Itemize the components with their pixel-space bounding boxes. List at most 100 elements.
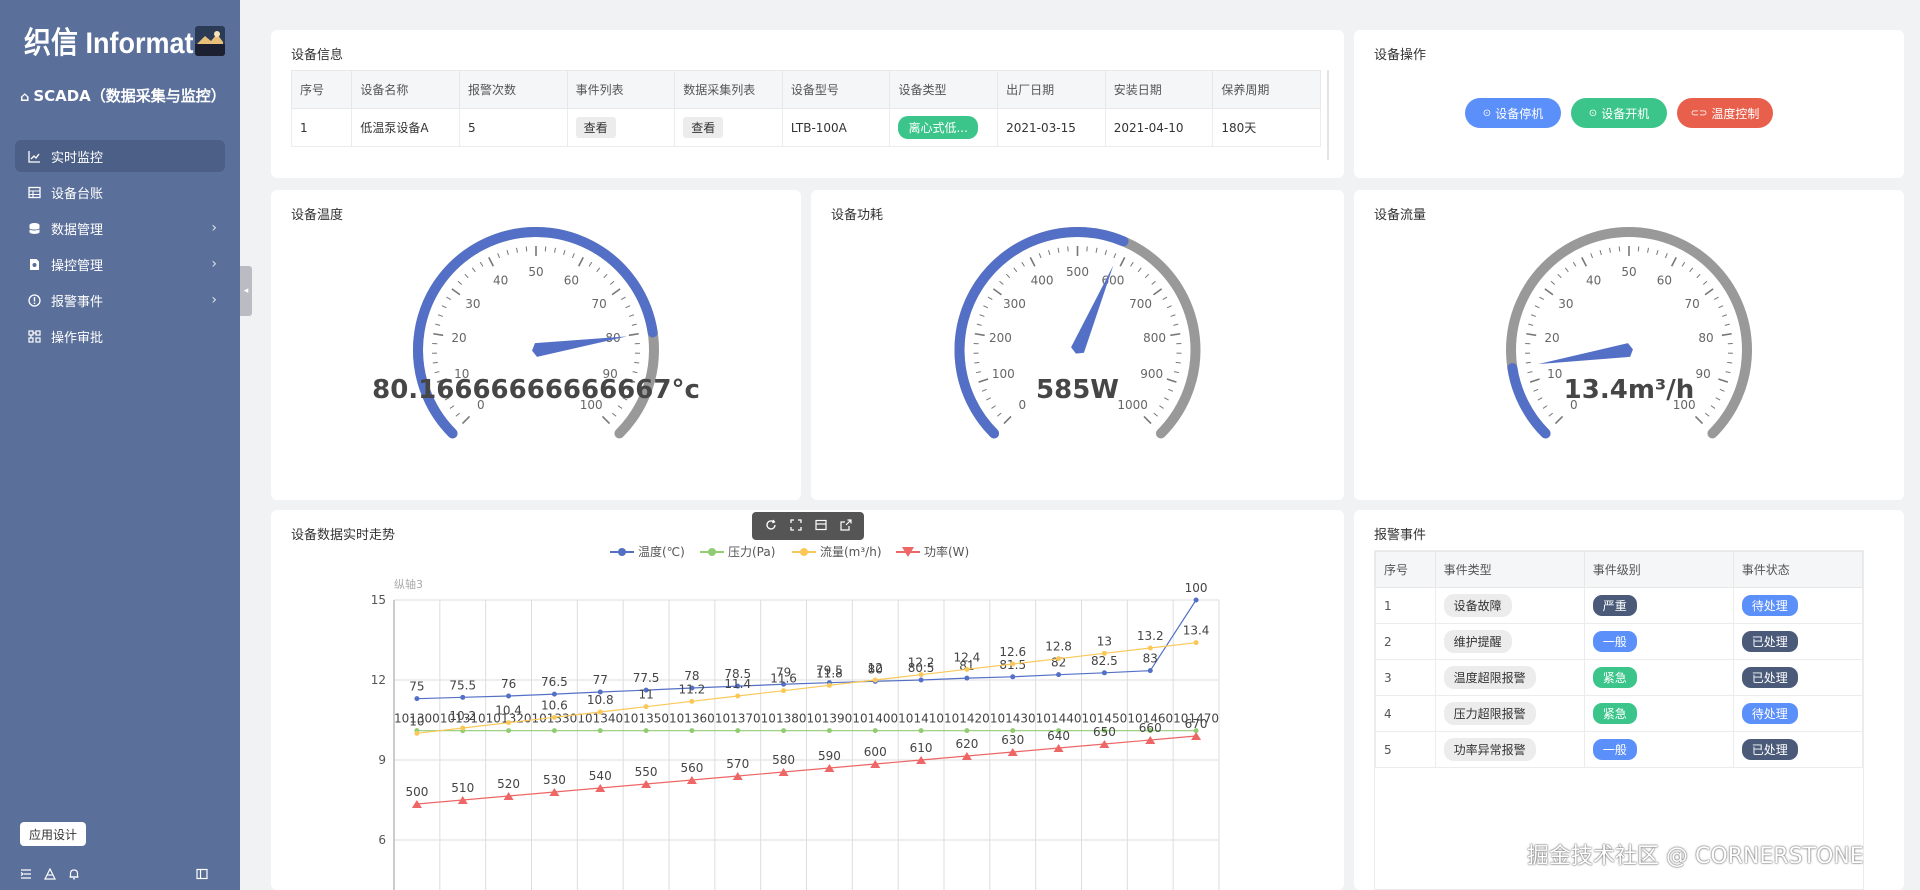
data-point[interactable]	[551, 691, 557, 697]
legend-item[interactable]: 温度(℃)	[610, 544, 685, 559]
data-point[interactable]	[643, 728, 649, 734]
data-point[interactable]	[826, 728, 832, 734]
data-label: 670	[1185, 717, 1208, 731]
data-point[interactable]	[551, 728, 557, 734]
data-point[interactable]	[506, 720, 512, 726]
gauge-minor-tick	[434, 371, 440, 374]
menu-list-icon[interactable]	[20, 868, 32, 880]
data-point[interactable]	[918, 728, 924, 734]
temperature-control-button[interactable]: ⊂⊃ 温度控制	[1677, 98, 1773, 128]
data-label: 11.4	[724, 677, 751, 691]
table-scrollbar[interactable]	[1327, 70, 1329, 160]
legend-item[interactable]: 流量(m³/h)	[792, 545, 882, 559]
data-point[interactable]	[414, 696, 420, 702]
gauge-minor-tick	[603, 273, 608, 279]
data-point[interactable]	[781, 688, 787, 694]
gauge-tick-label: 40	[493, 274, 508, 288]
cell-no: 3	[1375, 659, 1436, 696]
gauge-minor-tick	[1174, 371, 1180, 374]
view-collect-button[interactable]: 查看	[683, 117, 724, 138]
gauge-tick-label: 400	[1031, 274, 1054, 288]
data-point[interactable]	[1101, 670, 1107, 676]
cell-no: 1	[291, 108, 353, 147]
legend-item[interactable]: 压力(Pa)	[700, 545, 775, 559]
home-icon[interactable]: ⌂	[20, 90, 29, 105]
data-point[interactable]	[551, 714, 557, 720]
gauge-minor-tick	[437, 314, 444, 317]
data-point[interactable]	[964, 666, 970, 672]
data-point[interactable]	[506, 693, 512, 699]
app-design-button[interactable]: 应用设计	[20, 822, 86, 846]
data-point[interactable]	[918, 677, 924, 683]
tent-icon[interactable]	[44, 868, 56, 880]
legend-item[interactable]: 功率(W)	[896, 544, 969, 559]
sidebar-item-realtime-monitor[interactable]: 实时监控	[15, 140, 225, 172]
gauge-minor-tick	[446, 296, 452, 301]
data-point[interactable]	[735, 693, 741, 699]
sidebar-item-data-management[interactable]: 数据管理 ›	[15, 212, 225, 244]
data-point[interactable]	[597, 709, 603, 715]
data-label: 580	[772, 753, 795, 767]
external-link-icon[interactable]	[839, 518, 852, 534]
data-point[interactable]	[1056, 656, 1062, 662]
column-header: 序号	[1375, 551, 1436, 588]
data-point[interactable]	[460, 694, 466, 700]
gauge-minor-tick	[455, 412, 461, 417]
table-row: 3 温度超限报警 紧急 已处理	[1375, 659, 1864, 696]
data-point[interactable]	[1010, 661, 1016, 667]
data-point[interactable]	[1147, 645, 1153, 651]
data-label: 101410	[898, 712, 944, 726]
data-point[interactable]	[689, 698, 695, 704]
data-view-icon[interactable]	[814, 519, 827, 534]
gauge-minor-tick	[1590, 253, 1594, 259]
data-point[interactable]	[964, 728, 970, 734]
data-point[interactable]	[1056, 672, 1062, 678]
data-point[interactable]	[964, 675, 970, 681]
gauge-major-tick	[1718, 378, 1729, 383]
sidebar-item-alarm-events[interactable]: 报警事件 ›	[15, 284, 225, 316]
sidebar-item-operation-approval[interactable]: 操作审批	[15, 320, 225, 352]
sidebar-item-control-management[interactable]: 操控管理 ›	[15, 248, 225, 280]
table-row: 2 维护提醒 一般 已处理	[1375, 623, 1864, 660]
data-point[interactable]	[781, 728, 787, 734]
sidebar-item-device-ledger[interactable]: 设备台账	[15, 176, 225, 208]
data-point[interactable]	[872, 677, 878, 683]
view-events-button[interactable]: 查看	[575, 117, 616, 138]
data-point[interactable]	[1147, 668, 1153, 674]
card-title: 设备操作	[1374, 48, 1427, 63]
avatar[interactable]	[195, 26, 225, 56]
temperature-gauge: 010203040506070809010080.16666666666667°…	[372, 227, 700, 439]
data-point[interactable]	[460, 725, 466, 731]
event-level-badge: 严重	[1592, 595, 1637, 616]
gauge-minor-tick	[1656, 249, 1659, 256]
data-label: 101430	[990, 712, 1036, 726]
data-point[interactable]	[689, 728, 695, 734]
data-point[interactable]	[643, 704, 649, 710]
data-point[interactable]	[1193, 597, 1199, 603]
data-point[interactable]	[826, 682, 832, 688]
y-tick-label: 15	[371, 593, 386, 607]
panel-toggle-icon[interactable]	[196, 868, 208, 880]
data-point[interactable]	[597, 728, 603, 734]
data-point[interactable]	[1010, 674, 1016, 680]
data-point[interactable]	[1101, 650, 1107, 656]
data-point[interactable]	[872, 728, 878, 734]
logo-text: 织信 Informat	[24, 27, 194, 60]
data-label: 77.5	[633, 671, 660, 685]
data-point[interactable]	[506, 728, 512, 734]
device-stop-button[interactable]: ⊙ 设备停机	[1465, 98, 1561, 128]
gauge-minor-tick	[1533, 388, 1539, 392]
y-tick-label: 6	[378, 833, 386, 847]
sidebar-collapse-handle[interactable]: ◂	[240, 266, 252, 316]
data-point[interactable]	[1193, 640, 1199, 646]
gauge-minor-tick	[1721, 314, 1728, 317]
refresh-icon[interactable]	[765, 519, 777, 534]
data-point[interactable]	[918, 672, 924, 678]
bell-icon[interactable]	[68, 868, 80, 880]
fullscreen-icon[interactable]	[789, 518, 802, 534]
gauge-minor-tick	[976, 323, 982, 326]
gauge-major-tick	[611, 288, 621, 296]
data-point[interactable]	[735, 728, 741, 734]
device-start-button[interactable]: ⊙ 设备开机	[1571, 98, 1667, 128]
data-point[interactable]	[414, 730, 420, 736]
